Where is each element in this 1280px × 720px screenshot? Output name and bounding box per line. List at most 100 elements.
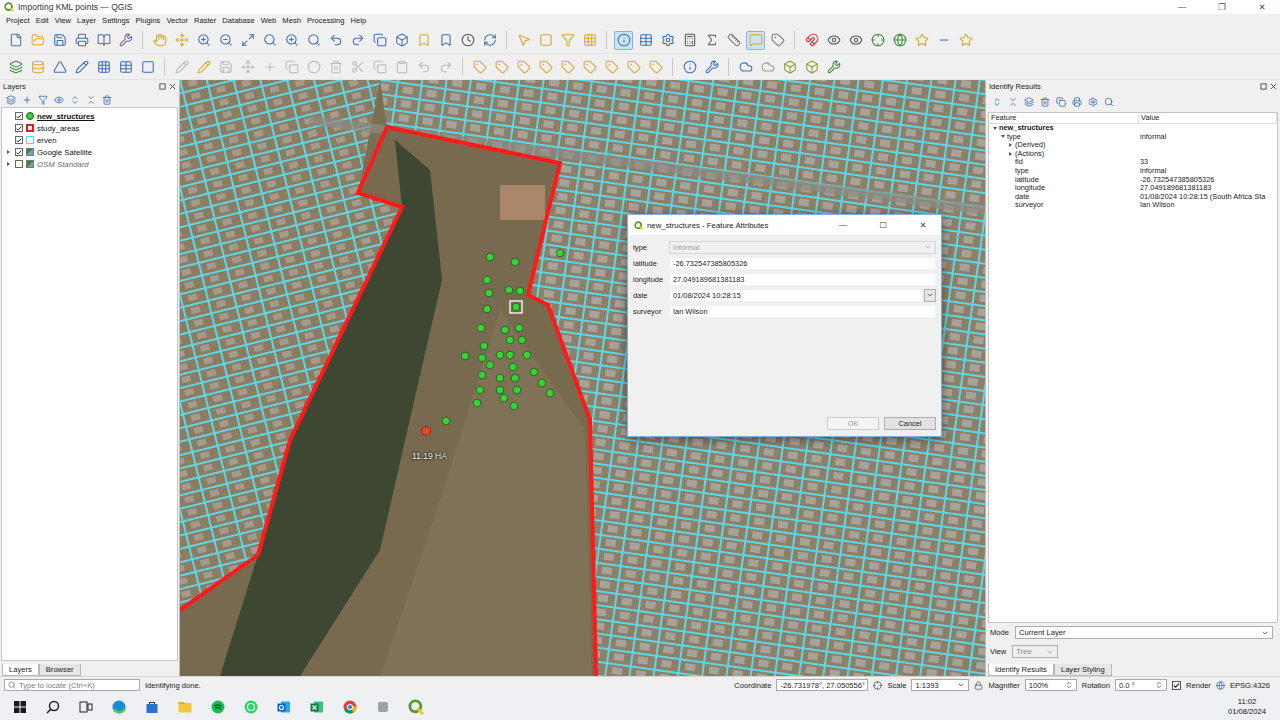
window-control[interactable]: — [825, 218, 861, 232]
toolbar-button[interactable] [216, 57, 235, 76]
toolbar-button[interactable] [370, 57, 389, 76]
select-mode-icon[interactable] [1088, 97, 1098, 107]
layer-checkbox[interactable] [15, 148, 23, 156]
identify-mode-icon[interactable] [1104, 97, 1114, 107]
map-point[interactable] [477, 324, 485, 332]
toolbar-button[interactable] [326, 31, 345, 50]
map-point[interactable] [510, 402, 518, 410]
locate-field[interactable]: Type to locate (Ctrl+K) [4, 679, 140, 691]
expand-new-icon[interactable] [1024, 97, 1034, 107]
window-control[interactable]: — [1164, 0, 1200, 14]
map-point[interactable] [473, 399, 481, 407]
layer-checkbox[interactable] [15, 160, 23, 168]
explorer-icon[interactable] [177, 699, 193, 715]
taskbar-button[interactable] [300, 693, 333, 720]
windows-icon[interactable] [12, 699, 28, 715]
map-point[interactable] [515, 324, 523, 332]
whatsapp-icon[interactable] [243, 699, 259, 715]
toolbar-button[interactable] [6, 31, 25, 50]
result-row[interactable]: fid33 [989, 158, 1277, 167]
edge-icon[interactable] [111, 699, 127, 715]
toolbar-button[interactable] [50, 31, 69, 50]
toolbar-button[interactable] [470, 57, 489, 76]
result-row[interactable]: new_structures [989, 124, 1277, 133]
toolbar-button[interactable] [282, 57, 301, 76]
toolbar-button[interactable] [28, 31, 47, 50]
layer-item[interactable]: OSM Standard [2, 158, 177, 170]
taskbar-button[interactable] [69, 693, 102, 720]
toolbar-button[interactable] [172, 31, 191, 50]
layer-item[interactable]: new_structures [2, 110, 177, 122]
map-point[interactable] [538, 379, 546, 387]
toolbar-button[interactable] [94, 57, 113, 76]
expand-arrow-icon[interactable] [1007, 142, 1014, 149]
map-point[interactable] [530, 368, 538, 376]
toolbar-button[interactable] [260, 57, 279, 76]
map-point[interactable] [513, 386, 521, 394]
expand-arrow-icon[interactable] [1007, 151, 1014, 158]
toolbar-button[interactable] [846, 31, 865, 50]
toolbar-button[interactable] [72, 31, 91, 50]
map-point[interactable] [496, 386, 504, 394]
toolbar-button[interactable] [558, 57, 577, 76]
result-row[interactable]: longitude27.049189681381183 [989, 184, 1277, 193]
taskbar-button[interactable] [333, 693, 366, 720]
taskbar-button[interactable] [102, 693, 135, 720]
toolbar-button[interactable] [956, 31, 975, 50]
map-point[interactable] [442, 417, 450, 425]
toolbar-button[interactable] [414, 31, 433, 50]
menu-item[interactable]: Help [347, 16, 369, 25]
chrome-icon[interactable] [342, 699, 358, 715]
panel-tab[interactable]: Layers [2, 664, 39, 676]
toolbar-button[interactable] [912, 31, 931, 50]
expand-arrow-icon[interactable] [5, 161, 12, 168]
taskbar-button[interactable] [234, 693, 267, 720]
toolbar-button[interactable] [536, 57, 555, 76]
map-point[interactable] [485, 289, 493, 297]
map-point[interactable] [461, 352, 469, 360]
map-point[interactable] [523, 351, 531, 359]
menu-item[interactable]: Vector [163, 16, 191, 25]
menu-item[interactable]: Processing [304, 16, 348, 25]
add-group-icon[interactable] [22, 95, 32, 105]
text-field[interactable]: 27.049189681381183 [669, 273, 936, 286]
panel-tab[interactable]: Identify Results [988, 664, 1054, 676]
map-point[interactable] [486, 253, 494, 261]
taskbar-button[interactable] [267, 693, 300, 720]
map-point[interactable] [486, 361, 494, 369]
layer-checkbox[interactable] [15, 112, 23, 120]
result-row[interactable]: typeinformal [989, 167, 1277, 176]
menu-item[interactable]: Settings [99, 16, 132, 25]
toolbar-button[interactable] [624, 57, 643, 76]
menu-item[interactable]: Plugins [133, 16, 164, 25]
toolbar-button[interactable] [116, 31, 135, 50]
toolbar-button[interactable] [28, 57, 47, 76]
toolbar-button[interactable] [780, 57, 799, 76]
toolbar-button[interactable] [514, 31, 533, 50]
menu-item[interactable]: Web [258, 16, 279, 25]
toolbar-button[interactable] [602, 57, 621, 76]
toolbar-button[interactable] [824, 57, 843, 76]
toolbar-button[interactable] [138, 57, 157, 76]
menu-item[interactable]: Edit [33, 16, 52, 25]
open-styling-icon[interactable] [6, 95, 16, 105]
toolbar-button[interactable] [934, 31, 953, 50]
expand-arrow-icon[interactable] [5, 149, 12, 156]
taskbar-button[interactable] [3, 693, 36, 720]
toolbar-button[interactable] [326, 57, 345, 76]
map-point[interactable] [511, 374, 519, 382]
menu-item[interactable]: Raster [191, 16, 219, 25]
menu-item[interactable]: Database [219, 16, 258, 25]
toolbar-button[interactable] [514, 57, 533, 76]
map-canvas[interactable]: 11.19 HAnew_structures - Feature Attribu… [180, 80, 985, 676]
remove-layer-icon[interactable] [102, 95, 112, 105]
result-row[interactable]: latitude-26.732547385805326 [989, 176, 1277, 185]
toolbar-button[interactable] [746, 31, 765, 50]
toolbar-button[interactable] [658, 31, 677, 50]
float-icon[interactable] [159, 83, 166, 90]
combo-field[interactable]: informal [669, 241, 936, 254]
rotation-field[interactable]: 0.0 ° [1115, 679, 1167, 691]
toolbar-button[interactable] [260, 31, 279, 50]
toolbar-button[interactable] [436, 31, 455, 50]
toolbar-button[interactable] [646, 57, 665, 76]
